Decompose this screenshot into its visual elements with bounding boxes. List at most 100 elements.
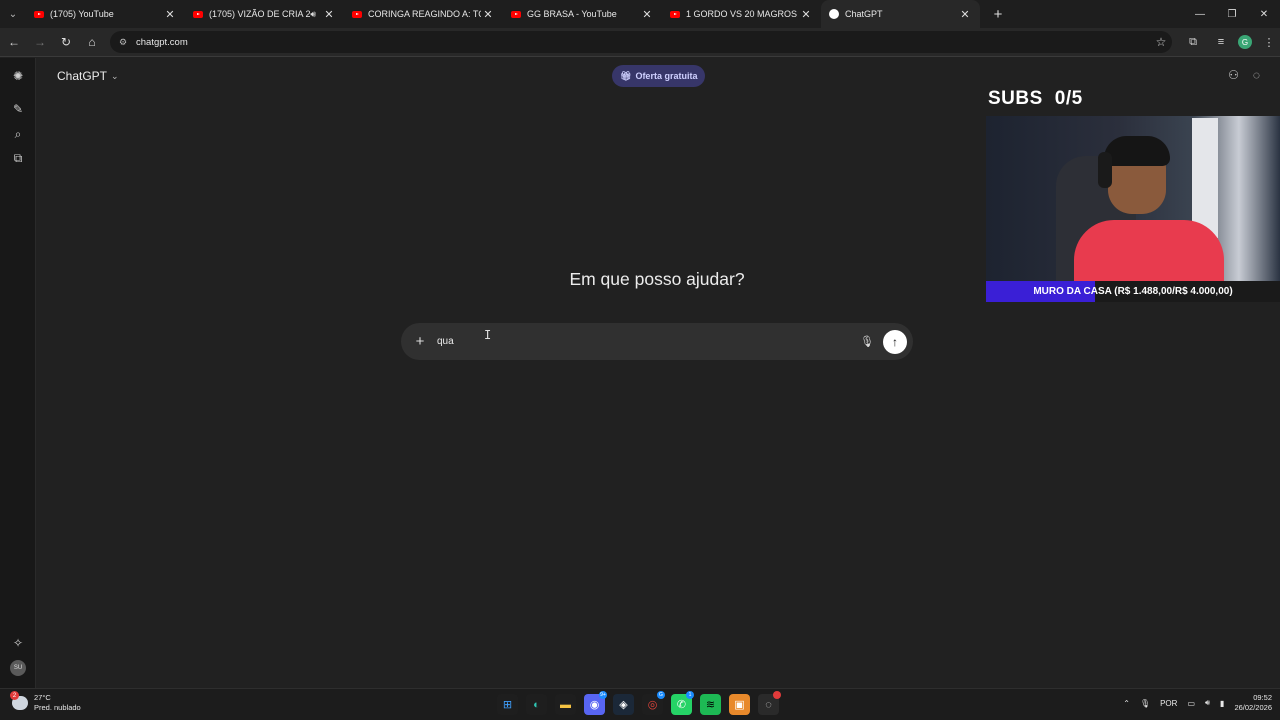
subs-goal: SUBS 0/5 — [988, 88, 1083, 110]
tab-title: GG BRASA - YouTube — [527, 9, 617, 19]
subs-label: SUBS — [988, 88, 1043, 109]
system-tray: ⌃ 🎙︎ POR ▭ 🔊︎ ▮ 09:52 26/02/2026 — [1123, 693, 1272, 713]
weather-desc: Pred. nublado — [34, 703, 81, 712]
notification-badge: 9+ — [599, 691, 607, 699]
app-glyph: ◌ — [765, 698, 772, 711]
app-glyph: ◉ — [589, 699, 600, 711]
audio-playing-icon[interactable]: 🔊︎ — [310, 9, 316, 20]
bookmark-star-icon[interactable]: ☆ — [1150, 35, 1172, 49]
new-chat-icon[interactable]: ✎ — [8, 99, 28, 119]
model-label: ChatGPT — [57, 69, 108, 83]
youtube-favicon-icon — [193, 10, 203, 18]
youtube-favicon-icon — [352, 10, 362, 18]
clock[interactable]: 09:52 26/02/2026 — [1234, 693, 1272, 713]
chatgpt-sidebar-rail: ✺ ✎ ⌕ ⧉ ✧ SU — [0, 58, 36, 688]
browser-tab[interactable]: ChatGPT ✕ — [821, 0, 980, 28]
close-tab-icon[interactable]: ✕ — [481, 8, 495, 21]
message-composer[interactable]: + qua 🎙︎ ↑ — [401, 323, 913, 360]
temporary-chat-icon[interactable]: ◌ — [1253, 68, 1260, 82]
free-offer-button[interactable]: 🎁︎ Oferta gratuita — [612, 65, 706, 87]
obs-icon[interactable]: ◌ — [758, 691, 781, 715]
weather-widget[interactable]: 2 27°C Pred. nublado — [10, 691, 81, 713]
reload-icon[interactable]: ↻ — [54, 30, 78, 54]
restore-icon[interactable]: ❐ — [1216, 0, 1248, 28]
volume-icon[interactable]: 🔊︎ — [1205, 698, 1210, 708]
browser-tab[interactable]: CORINGA REAGINDO A: TOUR✕ — [344, 0, 503, 28]
user-avatar: SU — [10, 660, 26, 676]
chatgpt-favicon-icon — [829, 9, 839, 19]
webcam-person-body — [1074, 220, 1224, 282]
sparkle-icon[interactable]: ✧ — [8, 633, 28, 653]
whatsapp-icon[interactable]: ✆ 1 — [671, 691, 694, 715]
gift-icon: 🎁︎ — [620, 70, 632, 81]
tab-title: ChatGPT — [845, 9, 883, 19]
back-icon[interactable]: ← — [2, 30, 26, 54]
microphone-icon[interactable]: 🎙︎ — [857, 335, 877, 348]
browser-tab[interactable]: (1705) VIZÃO DE CRIA 2 - A🔊︎ ✕ — [185, 0, 344, 28]
network-icon[interactable]: ▭ — [1187, 699, 1195, 708]
attach-plus-icon[interactable]: + — [413, 333, 427, 350]
browser-tab[interactable]: GG BRASA - YouTube ✕ — [503, 0, 662, 28]
webcam-headset — [1098, 152, 1112, 188]
profile-avatar[interactable]: G — [1238, 35, 1252, 49]
close-tab-icon[interactable]: ✕ — [640, 8, 654, 21]
battery-icon[interactable]: ▮ — [1220, 699, 1224, 708]
media-control-icon[interactable]: ≡ — [1210, 31, 1232, 53]
time: 09:52 — [1253, 693, 1272, 702]
browser-tab[interactable]: 1 GORDO VS 20 MAGROS | FT.✕ — [662, 0, 821, 28]
youtube-favicon-icon — [511, 10, 521, 18]
prompt-input[interactable]: qua — [437, 336, 857, 347]
address-bar[interactable]: ⚙ chatgpt.com ☆ — [110, 31, 1172, 53]
tab-search-icon[interactable]: ⌄ — [0, 0, 26, 28]
microphone-tray-icon[interactable]: 🎙︎ — [1140, 699, 1150, 708]
user-avatar-button[interactable]: SU — [8, 658, 28, 678]
tab-title: 1 GORDO VS 20 MAGROS | FT. — [686, 9, 799, 19]
home-icon[interactable]: ⌂ — [80, 30, 104, 54]
minimize-icon[interactable]: — — [1184, 0, 1216, 28]
donation-goal-text: MURO DA CASA (R$ 1.488,00/R$ 4.000,00) — [1033, 286, 1233, 297]
offer-label: Oferta gratuita — [635, 71, 698, 81]
app-orange-icon[interactable]: ▣ — [729, 694, 750, 715]
search-icon[interactable]: ⌕ — [8, 124, 28, 144]
temperature: 27°C — [34, 693, 51, 702]
app-glyph: ▬ — [560, 698, 571, 711]
file-explorer-icon[interactable]: ▬ — [555, 694, 576, 715]
app-glyph: ◐ — [533, 698, 540, 711]
more-menu-icon[interactable]: ⋮ — [1258, 31, 1280, 53]
send-button[interactable]: ↑ — [883, 329, 907, 354]
steam-icon[interactable]: ◈ — [613, 694, 634, 715]
close-tab-icon[interactable]: ✕ — [322, 8, 336, 21]
cloud-icon: 2 — [10, 691, 28, 710]
browser-tab[interactable]: (1705) YouTube ✕ — [26, 0, 185, 28]
subs-count: 0/5 — [1054, 88, 1083, 109]
notification-badge — [773, 691, 781, 699]
webcam-window — [1192, 118, 1218, 238]
new-tab-button[interactable]: + — [986, 2, 1010, 26]
chevron-up-icon[interactable]: ⌃ — [1123, 699, 1130, 708]
app-glyph: ◈ — [619, 699, 628, 711]
openai-logo-icon[interactable]: ✺ — [8, 66, 28, 86]
language-indicator[interactable]: POR — [1160, 699, 1177, 708]
library-icon[interactable]: ⧉ — [8, 148, 28, 168]
close-tab-icon[interactable]: ✕ — [958, 8, 972, 21]
share-person-icon[interactable]: ⚇ — [1228, 68, 1239, 82]
url-text[interactable]: chatgpt.com — [136, 37, 1150, 48]
chrome-icon[interactable]: ◎ G — [642, 691, 665, 715]
youtube-favicon-icon — [34, 10, 44, 18]
windows-start-icon[interactable]: ⊞ — [497, 694, 518, 715]
model-selector[interactable]: ChatGPT ⌄ — [57, 69, 119, 83]
header-actions: ⚇ ◌ — [1228, 68, 1260, 82]
close-window-icon[interactable]: ✕ — [1248, 0, 1280, 28]
discord-icon[interactable]: ◉ 9+ — [584, 691, 607, 715]
donation-goal-banner: MURO DA CASA (R$ 1.488,00/R$ 4.000,00) — [986, 281, 1280, 302]
extensions-icon[interactable]: ⧉ — [1182, 31, 1204, 53]
edge-icon[interactable]: ◐ — [526, 694, 547, 715]
close-tab-icon[interactable]: ✕ — [163, 8, 177, 21]
site-info-icon[interactable]: ⚙ — [116, 35, 130, 49]
forward-icon[interactable]: → — [28, 30, 52, 54]
spotify-icon[interactable]: ≋ — [700, 694, 721, 715]
chevron-down-icon: ⌄ — [111, 70, 119, 81]
close-tab-icon[interactable]: ✕ — [799, 8, 813, 21]
app-glyph: ≋ — [705, 699, 716, 711]
date: 26/02/2026 — [1234, 703, 1272, 712]
